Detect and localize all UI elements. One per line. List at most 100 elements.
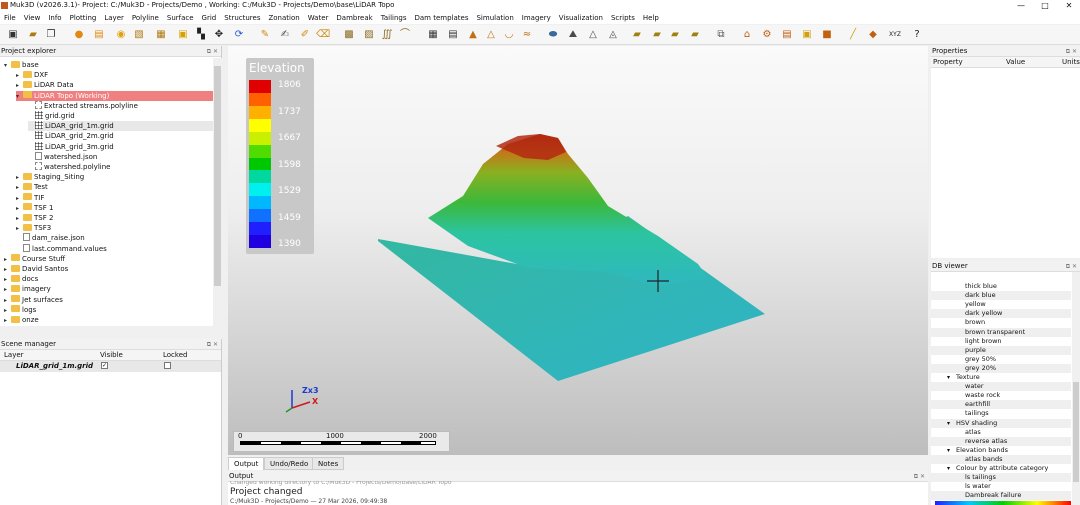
- layer-stack-icon[interactable]: ▰: [630, 28, 644, 42]
- db-viewer-scrollbar[interactable]: [1072, 272, 1080, 505]
- db-tree-item[interactable]: ▾ Colour by attribute category: [931, 464, 1071, 473]
- db-tree-item[interactable]: water: [931, 382, 1071, 392]
- db-tree-item[interactable]: tailings: [931, 409, 1071, 418]
- menu-plotting[interactable]: Plotting: [66, 12, 101, 24]
- db-tree-item[interactable]: brown transparent: [931, 327, 1071, 337]
- tree-item[interactable]: ▾ base: [4, 60, 39, 70]
- bowl-icon[interactable]: ◡: [502, 28, 516, 42]
- db-tree-item[interactable]: ▾ Texture: [931, 373, 1071, 382]
- col-property[interactable]: Property: [933, 58, 963, 66]
- help-icon[interactable]: ?: [910, 28, 924, 42]
- ruler-icon[interactable]: ╱: [846, 28, 860, 42]
- db-tree-item[interactable]: grey 50%: [931, 355, 1071, 364]
- contour-icon[interactable]: ▩: [342, 28, 356, 42]
- sphere-icon[interactable]: ◉: [114, 28, 128, 42]
- chevron-down-icon[interactable]: ▾: [4, 61, 11, 71]
- menu-layer[interactable]: Layer: [100, 12, 128, 24]
- col-units[interactable]: Units: [1062, 58, 1080, 66]
- document-icon[interactable]: ▤: [780, 28, 794, 42]
- col-locked[interactable]: Locked: [163, 351, 187, 359]
- tree-item[interactable]: watershed.json: [28, 151, 97, 162]
- db-tree-item[interactable]: waste rock: [931, 391, 1071, 400]
- chevron-down-icon[interactable]: ▾: [947, 464, 950, 473]
- edit-icon[interactable]: ✍: [278, 28, 292, 42]
- tree-item[interactable]: ▸ Course Stuff: [4, 254, 65, 264]
- layers-icon[interactable]: ▦: [154, 28, 168, 42]
- layer-stack2-icon[interactable]: ▰: [650, 28, 664, 42]
- tree-item[interactable]: grid.grid: [28, 111, 75, 121]
- menu-scripts[interactable]: Scripts: [607, 12, 639, 24]
- box-icon[interactable]: ■: [820, 28, 834, 42]
- chevron-down-icon[interactable]: ▾: [16, 92, 23, 102]
- db-tree-item[interactable]: atlas bands: [931, 454, 1071, 464]
- tree-item[interactable]: ▾ LiDAR Topo (Working): [16, 90, 214, 102]
- tree-item[interactable]: ▸ DXF: [16, 70, 48, 80]
- screenshot-icon[interactable]: ⧉: [714, 28, 728, 42]
- menu-water[interactable]: Water: [304, 12, 333, 24]
- maximize-button[interactable]: □: [1038, 1, 1052, 11]
- tree-item[interactable]: ▸ TSF3: [16, 223, 51, 233]
- panel-float-close-icon[interactable]: ⧉ ✕: [914, 471, 925, 482]
- tree-item[interactable]: ▸ David Santos: [4, 264, 68, 274]
- chevron-down-icon[interactable]: ▾: [947, 373, 950, 382]
- db-tree-item[interactable]: dark blue: [931, 291, 1071, 301]
- tab-undo-redo[interactable]: Undo/Redo: [264, 457, 315, 470]
- save-icon[interactable]: ▣: [6, 28, 20, 42]
- chevron-down-icon[interactable]: ▾: [947, 446, 950, 455]
- tree-item[interactable]: ▸ TSF 2: [16, 213, 53, 223]
- brush-icon[interactable]: ✐: [298, 28, 312, 42]
- slope-icon[interactable]: ◬: [606, 28, 620, 42]
- select-icon[interactable]: ▣: [176, 28, 190, 42]
- db-tree-item[interactable]: ▾ HSV shading: [931, 418, 1071, 428]
- panel-float-close-icon[interactable]: ⧉ ✕: [207, 46, 218, 57]
- col-layer[interactable]: Layer: [4, 351, 24, 359]
- pan-icon[interactable]: ✥: [212, 28, 226, 42]
- tree-item[interactable]: ▸ Jet surfaces: [4, 295, 63, 305]
- peak-icon[interactable]: △: [586, 28, 600, 42]
- tree-item[interactable]: ▸ onze: [4, 315, 39, 325]
- xyz-icon[interactable]: XYZ: [886, 28, 904, 42]
- menu-imagery[interactable]: Imagery: [518, 12, 555, 24]
- db-tree-item[interactable]: dark yellow: [931, 309, 1071, 319]
- menu-dam-templates[interactable]: Dam templates: [411, 12, 473, 24]
- menu-tailings[interactable]: Tailings: [377, 12, 411, 24]
- menu-info[interactable]: Info: [44, 12, 65, 24]
- tree-item[interactable]: ▸ Staging_Siting: [16, 172, 84, 182]
- tree-item[interactable]: last.command.values: [16, 243, 107, 254]
- menu-grid[interactable]: Grid: [198, 12, 221, 24]
- menu-structures[interactable]: Structures: [220, 12, 264, 24]
- db-tree-item[interactable]: brown: [931, 318, 1071, 327]
- tree-item[interactable]: ▸ TIF: [16, 193, 44, 203]
- db-tree-item[interactable]: atlas: [931, 428, 1071, 437]
- menu-help[interactable]: Help: [639, 12, 663, 24]
- col-value[interactable]: Value: [1006, 58, 1025, 66]
- tree-item[interactable]: watershed.polyline: [28, 162, 110, 172]
- minimize-button[interactable]: —: [1014, 1, 1028, 11]
- tree-item[interactable]: Extracted streams.polyline: [28, 100, 138, 111]
- grid-icon[interactable]: ▦: [426, 28, 440, 42]
- checker-icon[interactable]: ▚: [194, 28, 208, 42]
- menu-view[interactable]: View: [20, 12, 45, 24]
- db-tree-item[interactable]: reverse atlas: [931, 436, 1071, 446]
- db-tree-item[interactable]: light brown: [931, 337, 1071, 346]
- chevron-right-icon[interactable]: ▸: [4, 316, 11, 326]
- db-tree-item[interactable]: thick blue: [931, 282, 1071, 291]
- table-row[interactable]: LiDAR_grid_1m.grid ✓: [0, 361, 221, 372]
- db-tree-item[interactable]: ▾ Elevation bands: [931, 446, 1071, 455]
- hill-icon[interactable]: ▲: [466, 28, 480, 42]
- rotate-icon[interactable]: ⟳: [232, 28, 246, 42]
- menu-dambreak[interactable]: Dambreak: [332, 12, 376, 24]
- settings-icon[interactable]: ⚙: [760, 28, 774, 42]
- home-icon[interactable]: ⌂: [740, 28, 754, 42]
- pencil-icon[interactable]: ✎: [258, 28, 272, 42]
- db-tree-item[interactable]: earthfill: [931, 400, 1071, 410]
- locked-checkbox[interactable]: [164, 362, 171, 369]
- db-tree-item[interactable]: ls water: [931, 482, 1071, 491]
- 3d-viewport[interactable]: Elevation 1806 1737 1667 1598 1529 1459 1390 Z…: [228, 46, 928, 455]
- db-tree-item[interactable]: ls tailings: [931, 473, 1071, 483]
- scrollbar-thumb[interactable]: [1073, 382, 1079, 482]
- db-tree-item[interactable]: Dambreak failure: [931, 491, 1071, 501]
- panel-float-close-icon[interactable]: ⧉ ✕: [1066, 261, 1077, 272]
- tree-item[interactable]: ▸ Test: [16, 182, 48, 192]
- tab-output[interactable]: Output: [228, 457, 265, 470]
